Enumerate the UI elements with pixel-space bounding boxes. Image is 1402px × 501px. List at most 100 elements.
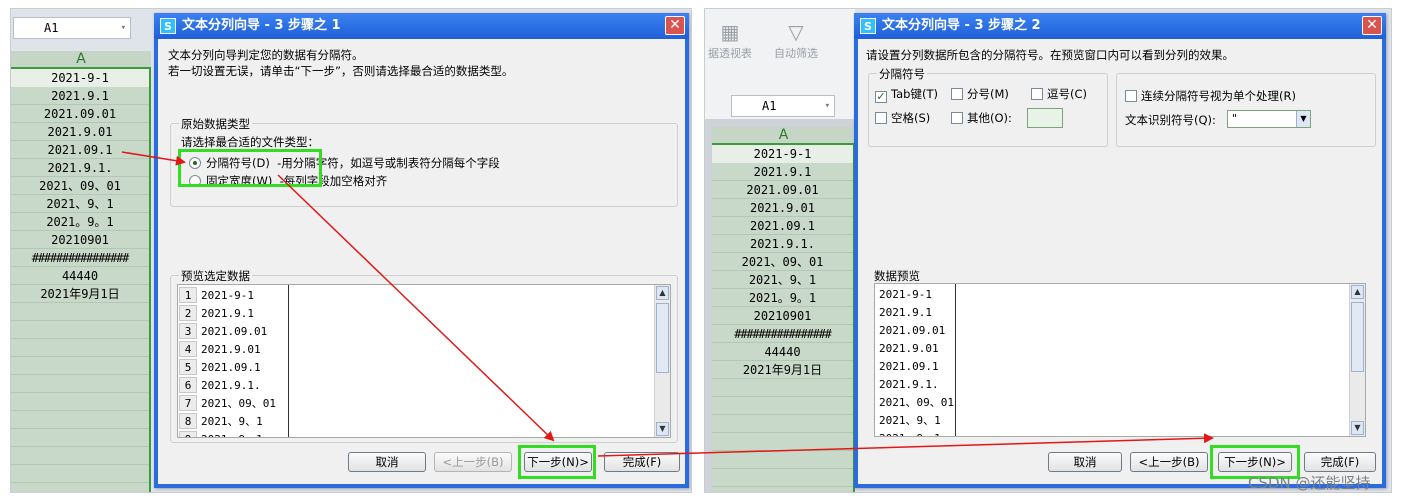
preview-rows: 1 2021-9-1 2 2021.9.1 3 2021.09.01 4 2021.9.01 5… bbox=[178, 285, 670, 437]
auto-filter-button[interactable]: ▽ 自动筛选 bbox=[767, 19, 825, 61]
preview-row: 2 2021.9.1 bbox=[178, 305, 670, 323]
preview-box[interactable]: 2021-9-1 2021.9.1 2021.09.01 2021.9.01 2021.… bbox=[874, 283, 1366, 437]
text-to-columns-dialog-step1: S 文本分列向导 - 3 步骤之 1 ✕ 文本分列向导判定您的数据有分隔符。 若… bbox=[154, 13, 689, 488]
cell[interactable]: 2021年9月1日 bbox=[712, 361, 853, 379]
cell[interactable]: 2021.09.01 bbox=[712, 181, 853, 199]
cell[interactable]: 2021-9-1 bbox=[712, 145, 853, 163]
pivot-table-label: 据透视表 bbox=[708, 47, 752, 60]
filter-icon: ▽ bbox=[788, 20, 804, 44]
cell[interactable]: 2021.9.1. bbox=[11, 159, 149, 177]
close-icon[interactable]: ✕ bbox=[1362, 16, 1382, 35]
column-header-a[interactable]: A bbox=[712, 127, 855, 145]
cell[interactable]: 2021.9.01 bbox=[712, 199, 853, 217]
cell[interactable]: ################ bbox=[11, 249, 149, 267]
other-delimiter-input[interactable] bbox=[1027, 108, 1063, 128]
preview-scrollbar[interactable]: ▲ ▼ bbox=[654, 285, 670, 437]
app-icon: S bbox=[160, 18, 176, 34]
space-checkbox[interactable]: 空格(S) bbox=[875, 110, 930, 126]
finish-button[interactable]: 完成(F) bbox=[604, 452, 680, 472]
cell[interactable]: 20210901 bbox=[712, 307, 853, 325]
cell[interactable]: 2021.9.1 bbox=[11, 87, 149, 105]
back-button[interactable]: <上一步(B) bbox=[434, 452, 512, 472]
column-a[interactable]: 2021-9-1 2021.9.1 2021.09.01 2021.9.01 2021.… bbox=[11, 69, 151, 492]
choose-type-label: 请选择最合适的文件类型： bbox=[181, 135, 319, 149]
chevron-down-icon[interactable]: ▼ bbox=[1296, 111, 1310, 127]
cell[interactable]: 2021.09.1 bbox=[712, 217, 853, 235]
cancel-button[interactable]: 取消 bbox=[348, 452, 426, 472]
checkbox-icon[interactable] bbox=[1031, 88, 1043, 100]
consecutive-checkbox[interactable]: 连续分隔符号视为单个处理(R) bbox=[1125, 88, 1296, 104]
cell[interactable]: 2021-9-1 bbox=[11, 69, 149, 87]
cell[interactable]: 2021、9、1 bbox=[712, 271, 853, 289]
row-text: 2021.9.01 bbox=[201, 343, 261, 356]
cell[interactable]: ################ bbox=[712, 325, 853, 343]
name-box[interactable]: A1 ▾ bbox=[731, 95, 835, 117]
preview-row: 9 2021。9。1 bbox=[178, 431, 670, 437]
close-icon[interactable]: ✕ bbox=[665, 16, 685, 35]
scroll-down-icon[interactable]: ▼ bbox=[1351, 421, 1364, 435]
other-checkbox[interactable]: 其他(O): bbox=[951, 110, 1012, 126]
back-button[interactable]: <上一步(B) bbox=[1130, 452, 1208, 472]
row-text: 2021、09、01 bbox=[201, 397, 276, 410]
preview-row: 3 2021.09.01 bbox=[178, 323, 670, 341]
checkbox-icon[interactable] bbox=[951, 88, 963, 100]
cell[interactable]: 20210901 bbox=[11, 231, 149, 249]
semicolon-label: 分号(M) bbox=[967, 87, 1009, 101]
space-label: 空格(S) bbox=[891, 111, 931, 125]
tab-checkbox[interactable]: ✓ Tab键(T) bbox=[875, 86, 938, 103]
column-a[interactable]: 2021-9-1 2021.9.1 2021.09.01 2021.9.01 2021.… bbox=[712, 145, 855, 492]
semicolon-checkbox[interactable]: 分号(M) bbox=[951, 86, 1009, 102]
column-divider bbox=[955, 284, 956, 436]
cell[interactable]: 2021、9、1 bbox=[11, 195, 149, 213]
name-box[interactable]: A1 ▾ bbox=[13, 17, 131, 39]
chevron-down-icon: ▾ bbox=[824, 101, 830, 111]
scroll-up-icon[interactable]: ▲ bbox=[656, 286, 669, 300]
cell[interactable]: 2021.09.1 bbox=[11, 141, 149, 159]
cell[interactable]: 2021.9.1 bbox=[712, 163, 853, 181]
checkbox-icon[interactable] bbox=[1125, 90, 1137, 102]
preview-row: 1 2021-9-1 bbox=[178, 287, 670, 305]
qualifier-select[interactable]: " ▼ bbox=[1227, 110, 1311, 128]
preview-row: 2021、09、01 bbox=[879, 396, 954, 409]
preview-box[interactable]: 1 2021-9-1 2 2021.9.1 3 2021.09.01 4 2021.9.01 5… bbox=[177, 284, 671, 438]
chevron-down-icon: ▾ bbox=[120, 23, 126, 33]
watermark: CSDN @还能坚持 bbox=[1248, 474, 1371, 492]
preview-row: 4 2021.9.01 bbox=[178, 341, 670, 359]
preview-row: 2021.09.01 bbox=[879, 324, 946, 337]
cell[interactable]: 2021、09、01 bbox=[11, 177, 149, 195]
tab-label: Tab键(T) bbox=[891, 87, 938, 101]
scroll-thumb[interactable] bbox=[1351, 302, 1364, 372]
preview-row: 2021.9.01 bbox=[879, 342, 939, 355]
preview-row: 7 2021、09、01 bbox=[178, 395, 670, 413]
checkbox-icon[interactable] bbox=[951, 112, 963, 124]
row-text: 2021、9、1 bbox=[201, 415, 263, 428]
pivot-table-button[interactable]: ▦ 据透视表 bbox=[705, 19, 759, 61]
cancel-button[interactable]: 取消 bbox=[1048, 452, 1122, 472]
cell[interactable]: 2021。9。1 bbox=[11, 213, 149, 231]
cell[interactable]: 2021.09.01 bbox=[11, 105, 149, 123]
checkbox-icon[interactable] bbox=[875, 112, 887, 124]
intro-line-2: 若一切设置无误，请单击“下一步”，否则请选择最合适的数据类型。 bbox=[168, 64, 514, 78]
row-number: 5 bbox=[179, 359, 197, 375]
cell[interactable]: 2021、09、01 bbox=[712, 253, 853, 271]
column-header-a[interactable]: A bbox=[11, 51, 151, 69]
preview-title: 数据预览 bbox=[874, 269, 920, 283]
cell[interactable]: 2021年9月1日 bbox=[11, 285, 149, 303]
cell[interactable]: 2021.9.01 bbox=[11, 123, 149, 141]
scroll-up-icon[interactable]: ▲ bbox=[1351, 285, 1364, 299]
row-text: 2021.9.1 bbox=[201, 307, 254, 320]
scroll-thumb[interactable] bbox=[656, 303, 669, 373]
cell[interactable]: 44440 bbox=[11, 267, 149, 285]
preview-scrollbar[interactable]: ▲ ▼ bbox=[1349, 284, 1365, 436]
cell[interactable]: 2021。9。1 bbox=[712, 289, 853, 307]
scroll-down-icon[interactable]: ▼ bbox=[656, 422, 669, 436]
row-text: 2021.9.1. bbox=[201, 379, 261, 392]
qualifier-value: " bbox=[1232, 112, 1238, 125]
row-number: 3 bbox=[179, 323, 197, 339]
cell[interactable]: 2021.9.1. bbox=[712, 235, 853, 253]
checkbox-checked-icon[interactable]: ✓ bbox=[875, 91, 887, 103]
cell[interactable]: 44440 bbox=[712, 343, 853, 361]
comma-checkbox[interactable]: 逗号(C) bbox=[1031, 86, 1087, 102]
dialog-titlebar: S 文本分列向导 - 3 步骤之 1 ✕ bbox=[154, 13, 689, 39]
finish-button[interactable]: 完成(F) bbox=[1304, 452, 1376, 472]
